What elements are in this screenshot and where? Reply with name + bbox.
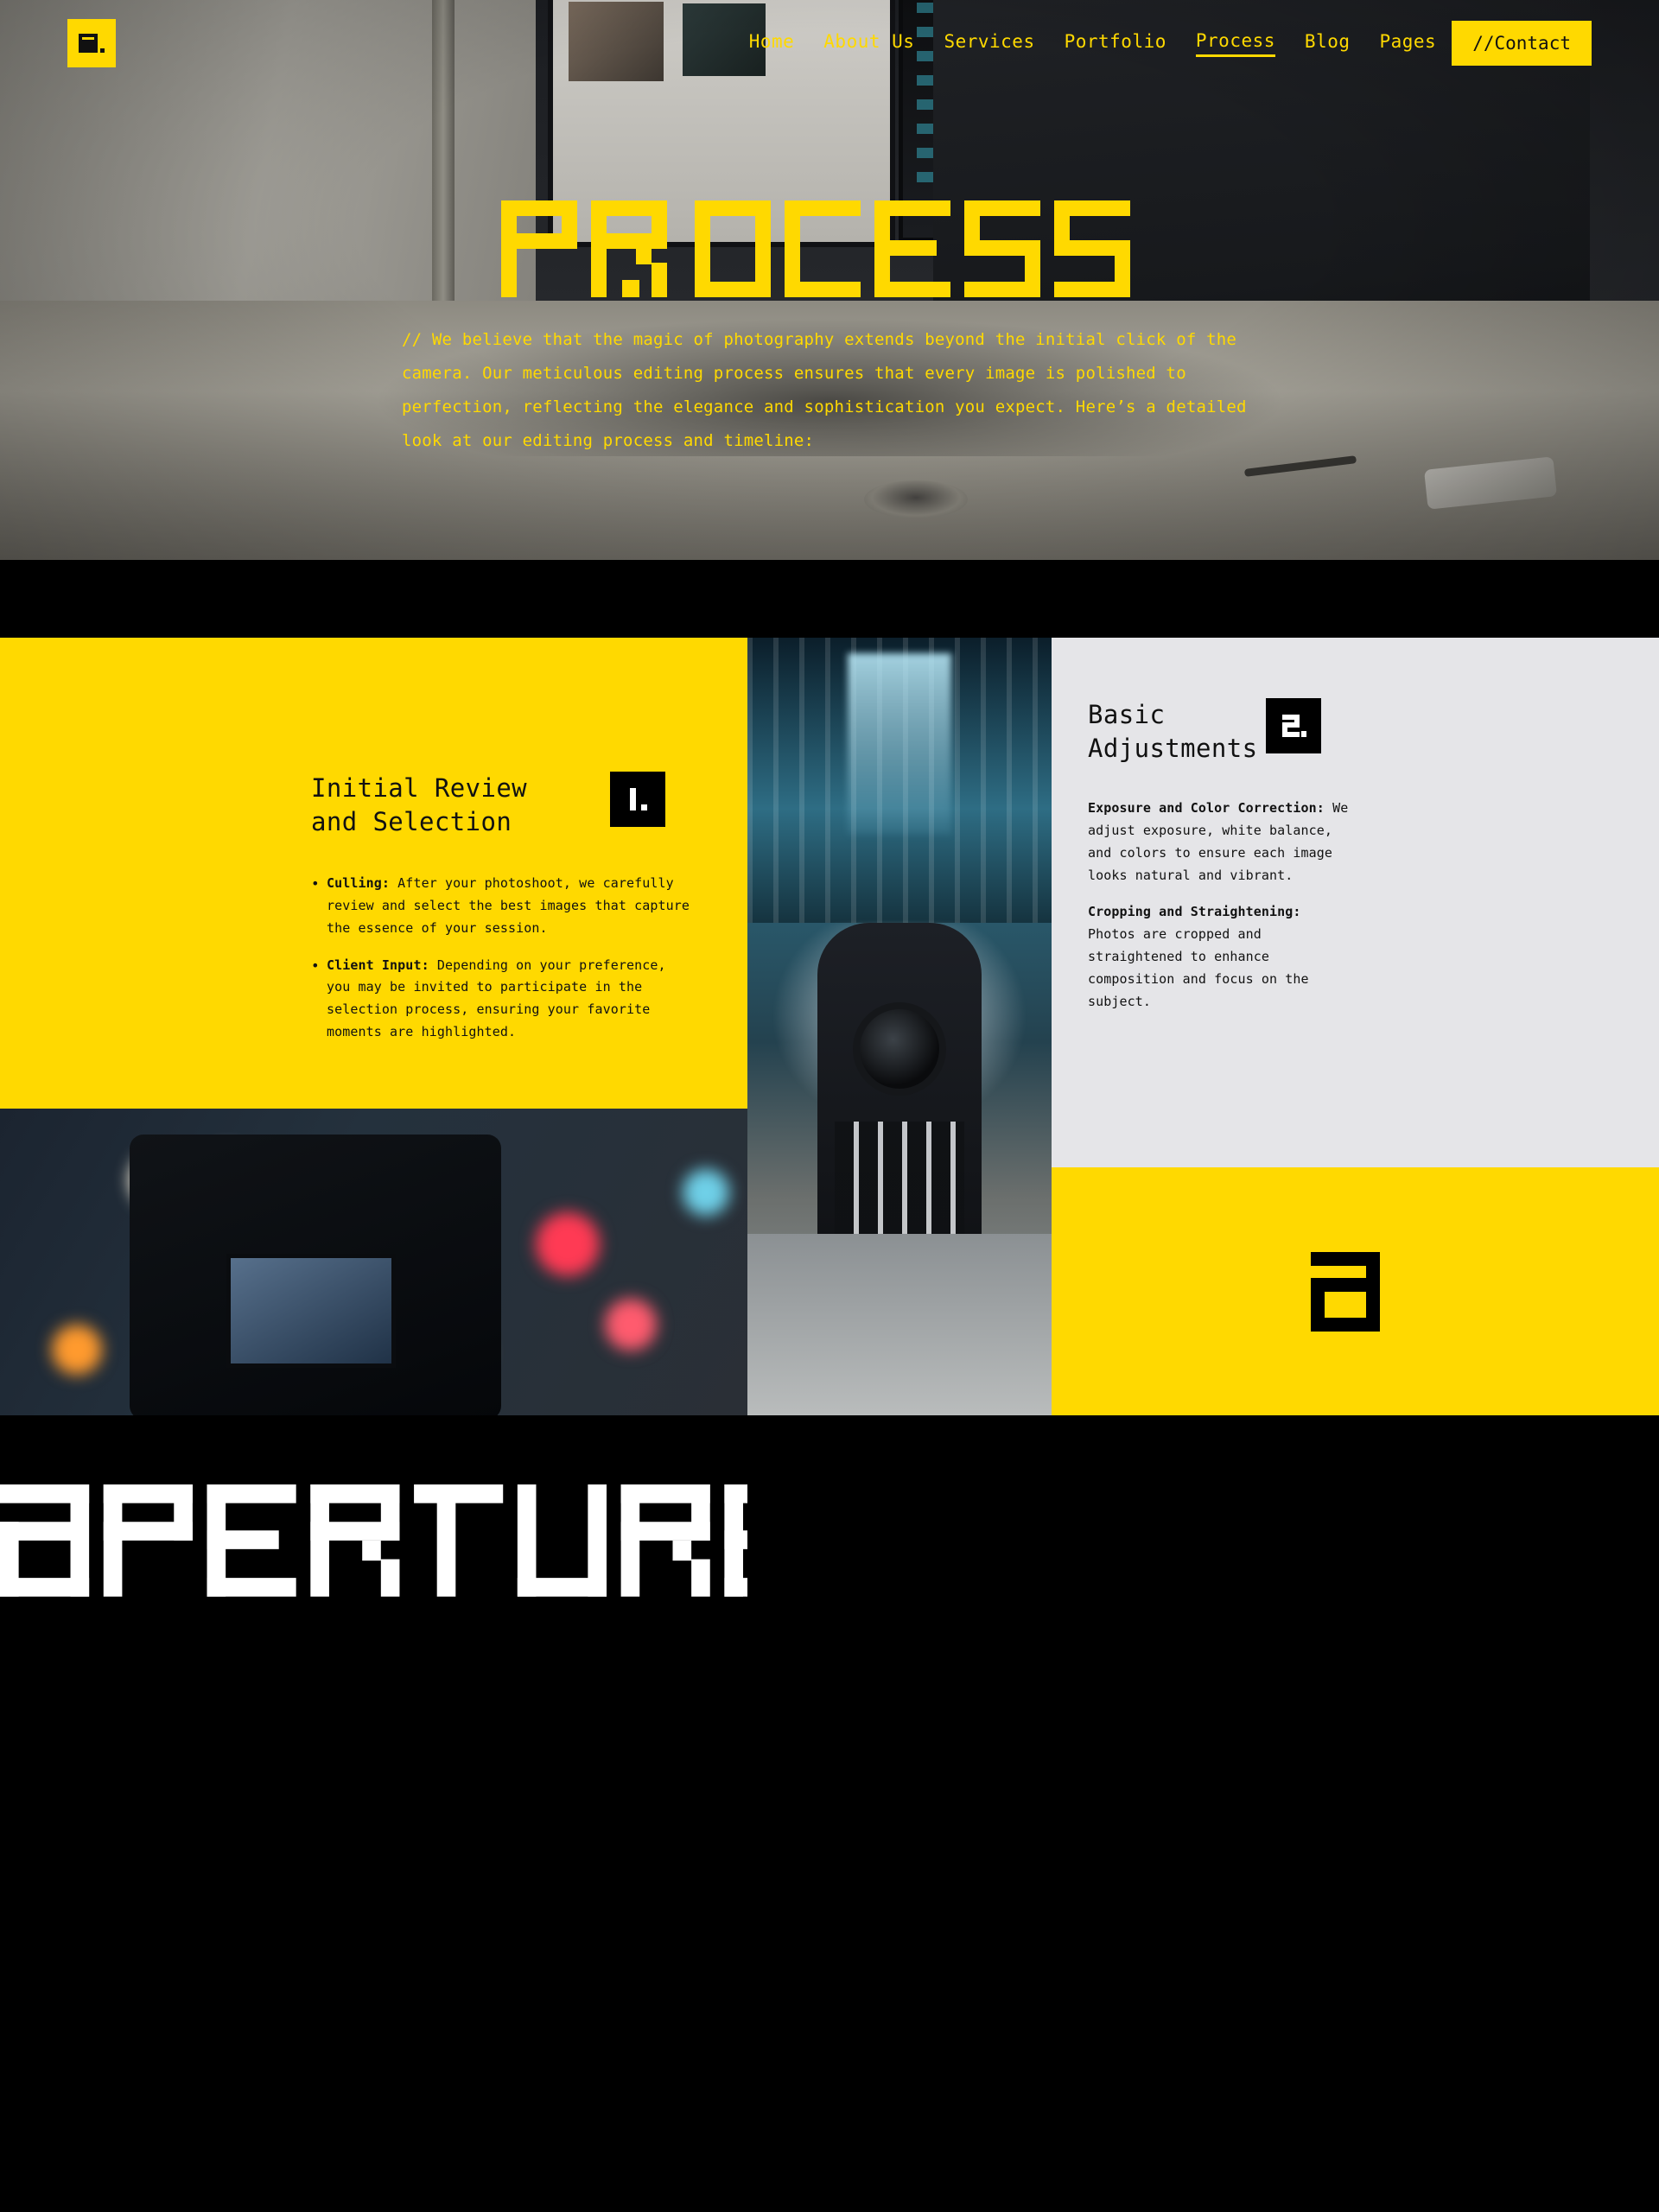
- photo-camera-bokeh: [0, 1109, 747, 1415]
- step-2-paragraph-1: Exposure and Color Correction: We adjust…: [1088, 798, 1356, 887]
- hero-section: Home About Us Services Portfolio Process…: [0, 0, 1659, 560]
- main-navigation: Home About Us Services Portfolio Process…: [0, 0, 1659, 86]
- step-2-paragraph-2: Cropping and Straightening: Photos are c…: [1088, 901, 1356, 1013]
- nav-item-about-us[interactable]: About Us: [823, 31, 914, 55]
- nav-item-process[interactable]: Process: [1195, 30, 1275, 57]
- step-1-bullet-1: Culling: After your photoshoot, we caref…: [311, 872, 696, 939]
- process-steps-section-one: Initial Review and Selection Culling: Af…: [0, 638, 1659, 1415]
- step-1-title: Initial Review and Selection: [311, 773, 528, 836]
- paragraph-text: Photos are cropped and straightened to e…: [1088, 926, 1309, 1009]
- paragraph-lead: Cropping and Straightening:: [1088, 904, 1301, 920]
- step-card-2: Basic Adjustments Exposure and Color Cor…: [1052, 638, 1659, 1167]
- aperture-logo-mark: [1310, 1251, 1401, 1332]
- photo-escalator-photographer: [747, 638, 1052, 1415]
- brand-mark-block: [1052, 1167, 1659, 1415]
- nav-item-home[interactable]: Home: [749, 31, 795, 55]
- step-2-title: Basic Adjustments: [1088, 700, 1258, 763]
- bullet-lead: Culling:: [327, 875, 391, 892]
- process-steps-section-two: Advanced Retouching Skin S: [0, 1415, 1659, 2212]
- contact-button[interactable]: //Contact: [1452, 21, 1592, 66]
- step-2-body: Exposure and Color Correction: We adjust…: [1088, 798, 1356, 1013]
- page-title: [0, 200, 1659, 297]
- step-1-body: Culling: After your photoshoot, we caref…: [311, 872, 696, 1044]
- paragraph-lead: Exposure and Color Correction:: [1088, 800, 1325, 817]
- section-divider: [0, 560, 1659, 638]
- nav-item-portfolio[interactable]: Portfolio: [1065, 31, 1166, 55]
- step-card-1: Initial Review and Selection Culling: Af…: [0, 638, 747, 1109]
- step-1-number-badge: [610, 772, 665, 827]
- nav-item-services[interactable]: Services: [944, 31, 1034, 55]
- bullet-lead: Client Input:: [327, 957, 429, 973]
- nav-links: Home About Us Services Portfolio Process…: [749, 30, 1437, 57]
- brand-logo[interactable]: [67, 19, 116, 67]
- aperture-wordmark: [0, 1484, 747, 1597]
- nav-item-blog[interactable]: Blog: [1305, 31, 1351, 55]
- step-1-bullet-2: Client Input: Depending on your preferen…: [311, 954, 696, 1044]
- step-2-number-badge: [1266, 698, 1321, 753]
- nav-item-pages[interactable]: Pages: [1379, 31, 1436, 55]
- hero-description: // We believe that the magic of photogra…: [402, 330, 1247, 450]
